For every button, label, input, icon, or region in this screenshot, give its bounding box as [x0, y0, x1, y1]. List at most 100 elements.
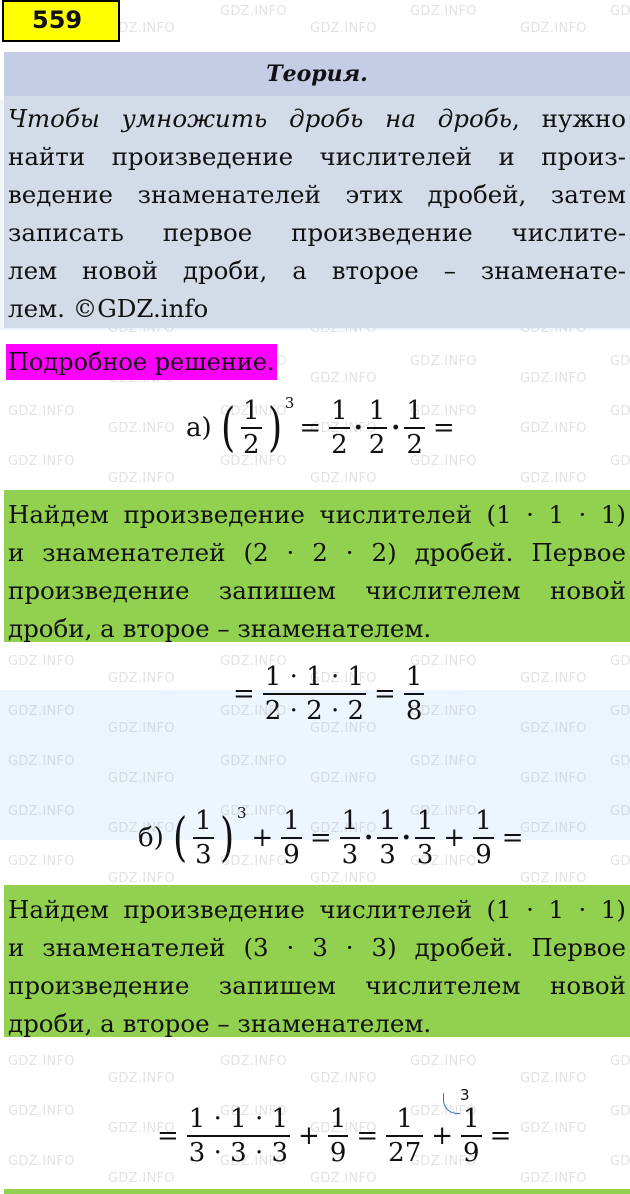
explanation-line: дроби, а второе – знаменателем. [8, 1009, 432, 1038]
watermark-text: GDZ.INFO [410, 1054, 477, 1069]
watermark-text: GDZ.INFO [520, 1071, 587, 1086]
watermark-text: GDZ.INFO [520, 421, 587, 436]
watermark-text: GDZ.INFO [108, 471, 175, 486]
watermark-text: GDZ.INFO [310, 771, 377, 786]
explanation-line: произведение запишем числителем новой [8, 576, 626, 605]
fraction: 19 [461, 1104, 482, 1168]
watermark-text: GDZ.INFO [310, 1071, 377, 1086]
answer-fraction: 18 [403, 662, 425, 726]
watermark-text: GDZ.INFO [520, 21, 587, 36]
watermark-text: GDZ.INFO [220, 1054, 287, 1069]
explanation-line: дроби, а второе – знаменателем. [8, 614, 432, 643]
theory-line: ведение знаменателей этих дробей, затем [8, 180, 626, 209]
watermark-text: GDZ.INFO [410, 4, 477, 19]
theory-line: Чтобы умножить дробь на дробь, нужно [8, 100, 626, 138]
watermark-text: GDZ.INFO [520, 871, 587, 886]
fraction: 1 · 1 · 13 · 3 · 3 [186, 1104, 291, 1168]
fraction: 13 [414, 806, 436, 870]
theory-rule-italic: Чтобы умножить дробь на дробь [8, 104, 513, 133]
part-a-expression: а) ( 12 ) 3 = 12 · 12 · 12 = [186, 394, 455, 460]
watermark-text: GDZ.INFO [610, 1054, 630, 1069]
watermark-text: GDZ.INFO [610, 354, 630, 369]
part-a-explanation: Найдем произведение числителей (1 · 1 · … [4, 490, 630, 643]
watermark-text: GDZ.INFO [610, 404, 630, 419]
fraction: 13 [377, 806, 398, 870]
watermark-text: GDZ.INFO [310, 21, 377, 36]
theory-title: Теория. [4, 52, 630, 96]
fraction: 12 [404, 396, 425, 460]
watermark-text: GDZ.INFO [310, 371, 377, 386]
fraction: 12 [240, 396, 262, 460]
watermark-text: GDZ.INFO [8, 1054, 75, 1069]
fraction: 13 [193, 806, 214, 870]
watermark-text: GDZ.INFO [8, 1154, 75, 1169]
watermark-text: GDZ.INFO [8, 804, 75, 819]
watermark-text: GDZ.INFO [310, 471, 377, 486]
theory-line-text: , нужно [512, 104, 626, 133]
watermark-text: GDZ.INFO [520, 821, 587, 836]
part-a-result: = 1 · 1 · 12 · 2 · 2 = 18 [233, 662, 425, 726]
part-b-expression: б) ( 13 ) 3 + 19 = 13 · 13 · 13 + 19 = [138, 804, 524, 870]
solution-label: Подробное решение. [6, 344, 277, 380]
watermark-text: GDZ.INFO [520, 1121, 587, 1136]
watermark-text: GDZ.INFO [520, 671, 587, 686]
watermark-text: GDZ.INFO [410, 354, 477, 369]
part-b-label: б) [138, 823, 164, 853]
theory-line: записать первое произведение числите- [8, 218, 626, 247]
watermark-text: GDZ.INFO [108, 1171, 175, 1186]
watermark-text: GDZ.INFO [610, 704, 630, 719]
theory-line: лем новой дроби, а второе – знаменате- [8, 256, 626, 285]
extra-factor: 3 [460, 1086, 470, 1104]
watermark-text: GDZ.INFO [610, 754, 630, 769]
watermark-text: GDZ.INFO [108, 771, 175, 786]
watermark-text: GDZ.INFO [610, 4, 630, 19]
watermark-text: GDZ.INFO [310, 871, 377, 886]
explanation-line: и знаменателей (3 · 3 · 3) дробей. Перво… [8, 933, 626, 962]
watermark-text: GDZ.INFO [610, 1154, 630, 1169]
fraction: 19 [327, 1104, 349, 1168]
part-b-explanation: Найдем произведение числителей (1 · 1 · … [4, 885, 630, 1038]
watermark-text: GDZ.INFO [108, 421, 175, 436]
watermark-text: GDZ.INFO [8, 854, 75, 869]
watermark-text: GDZ.INFO [8, 404, 75, 419]
watermark-text: GDZ.INFO [8, 454, 75, 469]
fraction: 19 [281, 806, 302, 870]
watermark-text: GDZ.INFO [108, 721, 175, 736]
fraction: 12 [366, 396, 388, 460]
fraction: 1 27 [386, 1104, 424, 1168]
watermark-text: GDZ.INFO [610, 454, 630, 469]
part-b-result: = 1 · 1 · 13 · 3 · 3 + 19 = 1 27 + 19 = [157, 1104, 512, 1168]
watermark-text: GDZ.INFO [108, 1071, 175, 1086]
task-number-badge: 559 [2, 0, 120, 42]
watermark-text: GDZ.INFO [8, 654, 75, 669]
explanation-line: и знаменателей (2 · 2 · 2) дробей. Перво… [8, 538, 626, 567]
watermark-text: GDZ.INFO [220, 4, 287, 19]
explanation-line: Найдем произведение числителей (1 · 1 · … [8, 895, 626, 924]
watermark-text: GDZ.INFO [108, 871, 175, 886]
next-explanation-strip [4, 1189, 630, 1194]
paren-right: ) [267, 398, 282, 458]
watermark-text: GDZ.INFO [8, 754, 75, 769]
watermark-text: GDZ.INFO [410, 754, 477, 769]
watermark-text: GDZ.INFO [520, 371, 587, 386]
watermark-text: GDZ.INFO [108, 671, 175, 686]
watermark-text: GDZ.INFO [8, 704, 75, 719]
part-a-label: а) [186, 413, 212, 443]
watermark-text: GDZ.INFO [520, 771, 587, 786]
watermark-text: GDZ.INFO [610, 804, 630, 819]
watermark-text: GDZ.INFO [8, 1104, 75, 1119]
explanation-line: произведение запишем числителем новой [8, 971, 626, 1000]
watermark-text: GDZ.INFO [520, 721, 587, 736]
theory-line: найти произведение числителей и произ- [8, 142, 626, 171]
fraction: 13 [339, 806, 361, 870]
exponent: 3 [284, 394, 295, 412]
watermark-text: GDZ.INFO [610, 1104, 630, 1119]
watermark-text: GDZ.INFO [520, 1171, 587, 1186]
fraction: 12 [329, 396, 350, 460]
theory-text: Чтобы умножить дробь на дробь, нужно най… [4, 96, 630, 328]
theory-line: лем. ©GDZ.info [8, 294, 209, 323]
paren-left: ( [220, 398, 235, 458]
exponent: 3 [236, 804, 247, 822]
watermark-text: GDZ.INFO [610, 654, 630, 669]
explanation-line: Найдем произведение числителей (1 · 1 · … [8, 500, 626, 529]
